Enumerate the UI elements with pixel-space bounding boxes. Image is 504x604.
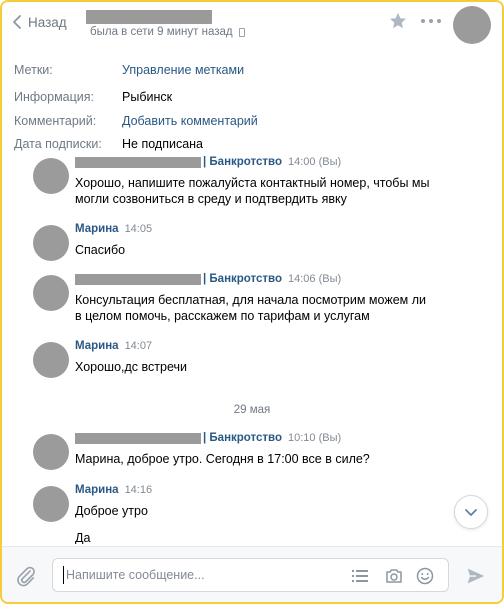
labels-key: Метки:: [14, 63, 53, 77]
information-value: Рыбинск: [122, 90, 173, 104]
message-author[interactable]: Марина: [75, 484, 119, 496]
date-separator: 29 мая: [233, 404, 271, 416]
avatar[interactable]: [33, 434, 69, 470]
avatar[interactable]: [33, 275, 69, 311]
message-header: Марина 14:05: [75, 223, 152, 235]
message-input[interactable]: [63, 566, 343, 584]
chevron-down-icon: [465, 509, 477, 516]
message-header: | Банкротство 14:06 (Вы): [75, 273, 341, 285]
author-name-redacted: [75, 273, 201, 285]
subscription-key: Дата подписки:: [14, 137, 102, 151]
message-header: Марина 14:16: [75, 484, 152, 496]
message-text: Марина, доброе утро. Сегодня в 17:00 все…: [75, 452, 370, 466]
message-header: | Банкротство 10:10 (Вы): [75, 432, 341, 444]
message-author[interactable]: Марина: [75, 223, 119, 235]
back-button[interactable]: Назад: [12, 14, 67, 30]
chat-header: Назад была в сети 9 минут назад: [2, 2, 502, 47]
message-time: 14:06 (Вы): [288, 273, 342, 285]
author-name-redacted: [75, 432, 201, 444]
message-time: 14:07: [124, 340, 153, 352]
message-list[interactable]: | Банкротство 14:00 (Вы) Хорошо, напишит…: [2, 154, 502, 544]
avatar[interactable]: [33, 225, 69, 261]
more-actions-icon[interactable]: [421, 17, 443, 25]
contact-info-panel: Метки: Управление метками Информация: Ры…: [2, 48, 502, 158]
star-icon[interactable]: [388, 11, 408, 31]
message-time: 14:16: [124, 484, 153, 496]
message-time: 14:05: [124, 223, 153, 235]
message-composer: [2, 546, 502, 602]
send-icon[interactable]: [465, 565, 487, 587]
message-author[interactable]: Марина: [75, 340, 119, 352]
contact-name-redacted: [86, 10, 212, 24]
contact-avatar[interactable]: [453, 6, 491, 44]
message-time: 10:10 (Вы): [288, 432, 342, 444]
templates-list-icon[interactable]: [350, 566, 370, 586]
message-header: | Банкротство 14:00 (Вы): [75, 156, 341, 168]
message-header: Марина 14:07: [75, 340, 152, 352]
comment-key: Комментарий:: [14, 114, 97, 128]
message-time: 14:00 (Вы): [288, 156, 342, 168]
manage-labels-link[interactable]: Управление метками: [122, 63, 244, 77]
message-input-box: [52, 558, 449, 592]
message-text: Доброе утро: [75, 504, 148, 518]
chat-window: Назад была в сети 9 минут назад Метки: У…: [0, 0, 504, 604]
last-seen-text: была в сети 9 минут назад: [90, 26, 233, 38]
chevron-left-icon: [13, 15, 21, 29]
avatar[interactable]: [33, 342, 69, 378]
message-text: Хорошо, напишите пожалуйста контактный н…: [75, 176, 430, 206]
message-text-followup: Да: [75, 531, 91, 544]
camera-icon[interactable]: [384, 566, 404, 586]
add-comment-link[interactable]: Добавить комментарий: [122, 114, 258, 128]
scroll-to-bottom-button[interactable]: [454, 495, 488, 529]
author-name-redacted: [75, 156, 201, 168]
information-key: Информация:: [14, 90, 95, 104]
subscription-value: Не подписана: [122, 137, 203, 151]
avatar[interactable]: [33, 486, 69, 522]
back-label: Назад: [28, 14, 67, 30]
message-text: Консультация бесплатная, для начала посм…: [75, 293, 426, 323]
message-author[interactable]: | Банкротство: [203, 273, 282, 285]
emoji-icon[interactable]: [415, 566, 435, 586]
mobile-icon: [238, 27, 245, 37]
message-author[interactable]: | Банкротство: [203, 156, 282, 168]
message-author[interactable]: | Банкротство: [203, 432, 282, 444]
last-seen-status: была в сети 9 минут назад: [90, 26, 245, 38]
message-text: Спасибо: [75, 243, 126, 257]
attach-icon[interactable]: [15, 565, 37, 587]
avatar[interactable]: [33, 158, 69, 194]
message-text: Хорошо,дс встречи: [75, 360, 187, 374]
